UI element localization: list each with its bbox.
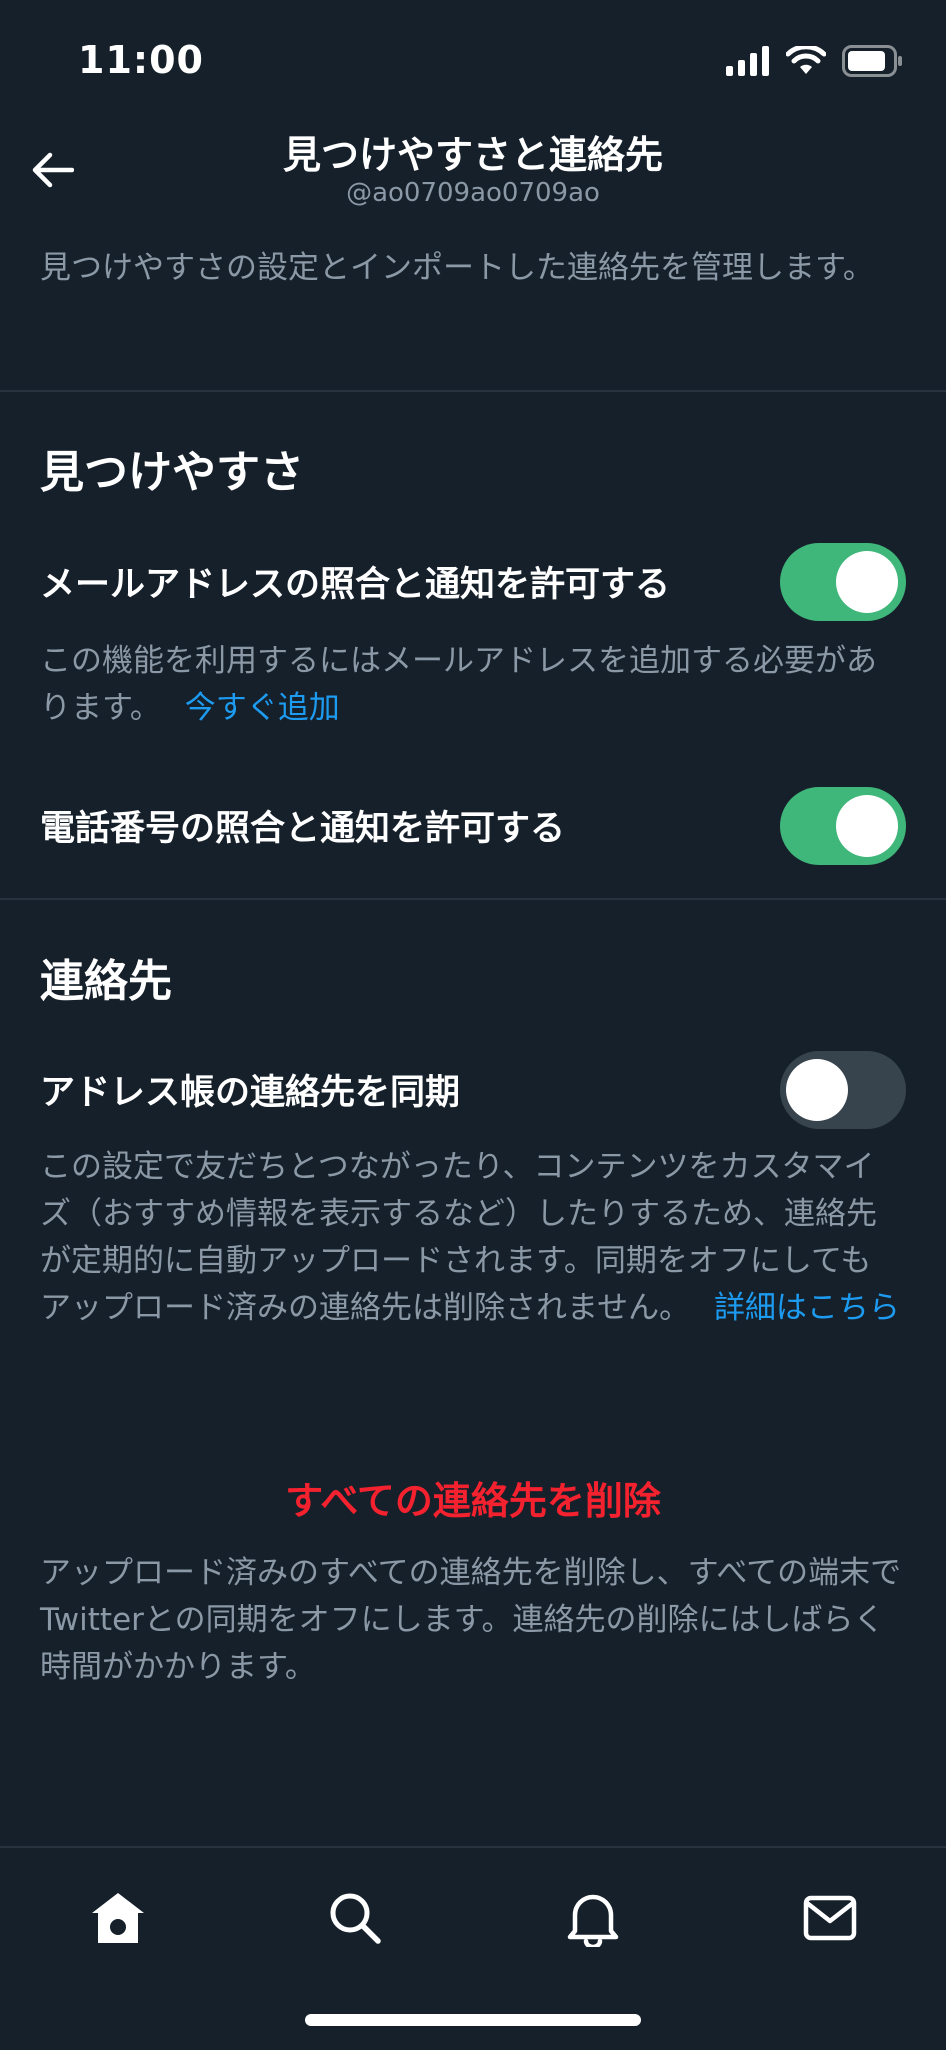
phone-matching-label: 電話番号の照合と通知を許可する xyxy=(40,809,566,849)
search-icon xyxy=(330,1893,381,1944)
section-title-contacts: 連絡先 xyxy=(40,956,172,1007)
delete-all-contacts-button[interactable]: すべての連絡先を削除 xyxy=(0,1470,946,1525)
status-icons xyxy=(726,44,904,78)
toggle-knob xyxy=(836,551,898,613)
section-title-discoverability: 見つけやすさ xyxy=(40,447,304,498)
sync-contacts-toggle[interactable] xyxy=(780,1051,906,1129)
divider xyxy=(0,390,946,392)
tab-home[interactable] xyxy=(78,1878,158,1958)
sync-contacts-label: アドレス帳の連絡先を同期 xyxy=(40,1073,461,1113)
phone-matching-toggle[interactable] xyxy=(780,787,906,865)
tab-messages[interactable] xyxy=(790,1878,870,1958)
delete-contacts-description: アップロード済みのすべての連絡先を削除し、すべての端末でTwitterとの同期を… xyxy=(40,1555,902,1685)
toggle-knob xyxy=(786,1059,848,1121)
nav-header: 見つけやすさと連絡先 @ao0709ao0709ao xyxy=(0,120,946,220)
learn-more-link[interactable]: 詳細はこちら xyxy=(714,1290,900,1326)
page-title: 見つけやすさと連絡先 xyxy=(282,133,663,177)
add-email-link[interactable]: 今すぐ追加 xyxy=(185,690,340,726)
wifi-icon xyxy=(786,46,826,74)
email-matching-description: この機能を利用するにはメールアドレスを追加する必要があります。 今すぐ追加 xyxy=(40,638,902,732)
bell-icon xyxy=(567,1894,619,1947)
email-matching-toggle[interactable] xyxy=(780,543,906,621)
cellular-signal-icon xyxy=(726,46,769,76)
home-icon xyxy=(92,1893,144,1943)
mail-icon xyxy=(803,1895,857,1941)
status-bar: 11:00 xyxy=(0,0,946,120)
sync-contacts-description: この設定で友だちとつながったり、コンテンツをカスタマイズ（おすすめ情報を表示する… xyxy=(40,1144,902,1332)
intro-text: 見つけやすさの設定とインポートした連絡先を管理します。 xyxy=(40,250,874,286)
battery-icon xyxy=(842,45,902,77)
email-matching-label: メールアドレスの照合と通知を許可する xyxy=(40,565,671,605)
status-time: 11:00 xyxy=(78,38,204,82)
home-indicator xyxy=(305,2014,641,2026)
account-username: @ao0709ao0709ao xyxy=(346,178,600,208)
tab-search[interactable] xyxy=(315,1878,395,1958)
email-description-text: この機能を利用するにはメールアドレスを追加する必要があります。 xyxy=(40,643,877,726)
tab-notifications[interactable] xyxy=(553,1878,633,1958)
divider xyxy=(0,898,946,900)
toggle-knob xyxy=(836,795,898,857)
